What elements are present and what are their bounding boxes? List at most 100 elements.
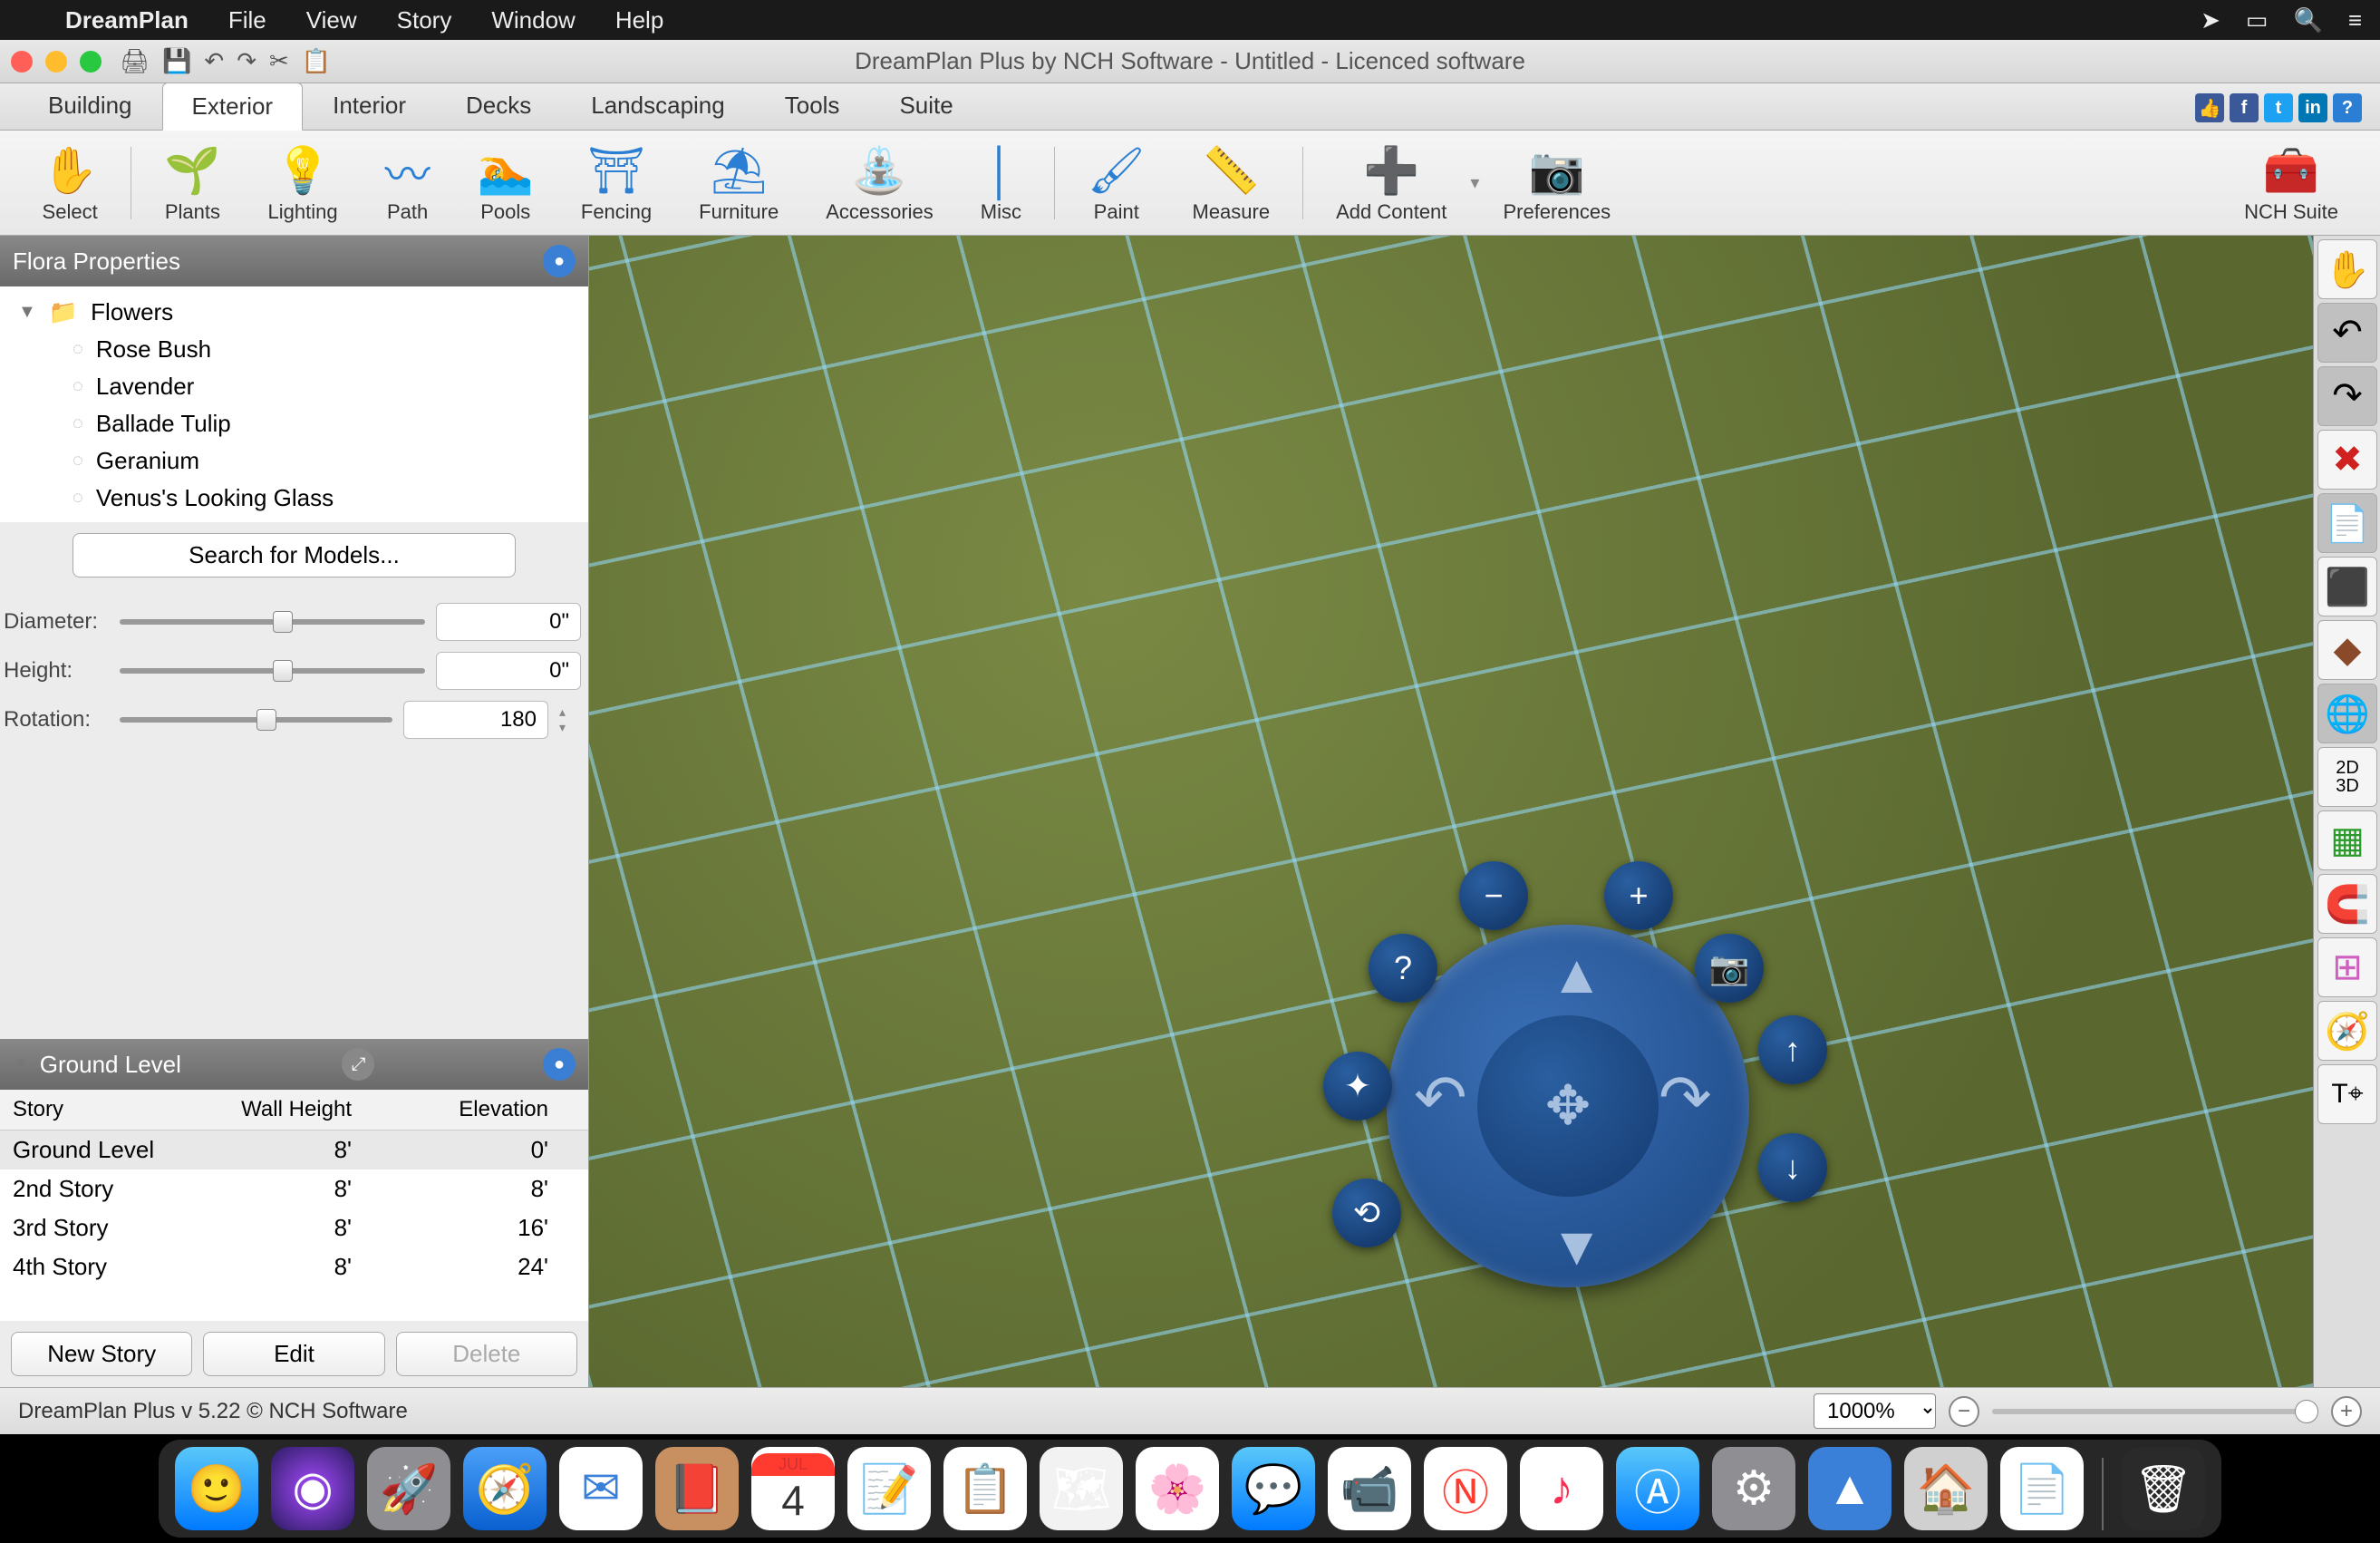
move-up-icon[interactable]: ↑ xyxy=(1758,1015,1827,1084)
panel-video-icon[interactable]: ● xyxy=(543,1048,576,1081)
zoom-in-button[interactable]: + xyxy=(2331,1396,2362,1427)
tab-building[interactable]: Building xyxy=(18,82,162,130)
tool-nch-suite[interactable]: 🧰NCH Suite xyxy=(2220,131,2362,235)
zoom-select[interactable]: 1000% xyxy=(1814,1393,1936,1429)
dock-facetime[interactable]: 📹 xyxy=(1328,1447,1411,1530)
zoom-window-button[interactable] xyxy=(80,51,102,73)
tree-folder-flowers[interactable]: ▼ 📁 Flowers xyxy=(0,294,588,331)
diameter-slider[interactable] xyxy=(120,619,425,625)
tree-item-venus[interactable]: ◌Venus's Looking Glass xyxy=(0,480,588,517)
new-story-button[interactable]: New Story xyxy=(11,1332,192,1376)
twitter-icon[interactable]: t xyxy=(2264,93,2293,122)
orbit-icon[interactable]: ✦ xyxy=(1323,1052,1392,1121)
dock-finder[interactable]: 🙂 xyxy=(175,1447,258,1530)
tree-item-lavender[interactable]: ◌Lavender xyxy=(0,368,588,405)
grid-tool-icon[interactable]: ▦ xyxy=(2317,810,2377,870)
dock-appstore[interactable]: Ⓐ xyxy=(1616,1447,1699,1530)
tree-item-geranium[interactable]: ◌Geranium xyxy=(0,442,588,480)
dock-preferences[interactable]: ⚙ xyxy=(1712,1447,1795,1530)
dock-textedit[interactable]: 📄 xyxy=(2000,1447,2084,1530)
tool-path[interactable]: 〰Path xyxy=(362,131,454,235)
linkedin-icon[interactable]: in xyxy=(2298,93,2327,122)
dock-maps[interactable]: 🗺 xyxy=(1040,1447,1123,1530)
print-icon[interactable]: 🖨 xyxy=(120,47,150,75)
dock-messages[interactable]: 💬 xyxy=(1232,1447,1315,1530)
height-input[interactable] xyxy=(436,652,581,690)
move-down-icon[interactable]: ↓ xyxy=(1758,1133,1827,1202)
tab-decks[interactable]: Decks xyxy=(436,82,561,130)
zoom-out-button[interactable]: − xyxy=(1949,1396,1979,1427)
dock-music[interactable]: ♪ xyxy=(1520,1447,1603,1530)
tab-exterior[interactable]: Exterior xyxy=(162,82,304,131)
tab-interior[interactable]: Interior xyxy=(303,82,436,130)
dock-dreamplan[interactable]: 🏠 xyxy=(1904,1447,1988,1530)
tool-select[interactable]: ✋Select xyxy=(18,131,121,235)
zoom-in-icon[interactable]: + xyxy=(1604,861,1673,930)
globe-tool-icon[interactable]: 🌐 xyxy=(2317,684,2377,743)
dock-contacts[interactable]: 📕 xyxy=(655,1447,739,1530)
flora-tree[interactable]: ▼ 📁 Flowers ◌Rose Bush ◌Lavender ◌Ballad… xyxy=(0,286,588,522)
save-icon[interactable]: 💾 xyxy=(162,47,191,75)
displays-icon[interactable]: ▭ xyxy=(2246,6,2269,34)
dock-photos[interactable]: 🌸 xyxy=(1136,1447,1219,1530)
roof-tool-icon[interactable]: ◆ xyxy=(2317,620,2377,680)
dock-news[interactable]: Ⓝ xyxy=(1424,1447,1507,1530)
undo-icon[interactable]: ↶ xyxy=(204,47,224,75)
spotlight-icon[interactable]: 🔍 xyxy=(2293,6,2322,34)
tool-lighting[interactable]: 💡Lighting xyxy=(245,131,362,235)
2d3d-toggle-icon[interactable]: 2D3D xyxy=(2317,747,2377,807)
rotate-right-icon[interactable]: ↷ xyxy=(1659,1061,1712,1135)
delete-tool-icon[interactable]: ✖ xyxy=(2317,430,2377,490)
tab-tools[interactable]: Tools xyxy=(755,82,870,130)
cut-icon[interactable]: ✂ xyxy=(269,47,289,75)
panel-expand-icon[interactable]: ⤢ xyxy=(342,1048,374,1081)
menu-help[interactable]: Help xyxy=(595,6,683,34)
tool-measure[interactable]: 📏Measure xyxy=(1169,131,1294,235)
delete-story-button[interactable]: Delete xyxy=(396,1332,577,1376)
tool-paint[interactable]: 🖌Paint xyxy=(1064,131,1168,235)
story-row-1[interactable]: 2nd Story8'8' xyxy=(0,1169,588,1208)
rotation-input[interactable] xyxy=(403,701,548,739)
tool-plants[interactable]: 🌱Plants xyxy=(140,131,244,235)
dock-launchpad[interactable]: 🚀 xyxy=(367,1447,450,1530)
box-tool-icon[interactable]: ⬛ xyxy=(2317,557,2377,616)
paste-icon[interactable]: 📋 xyxy=(302,47,331,75)
menu-app[interactable]: DreamPlan xyxy=(45,6,208,34)
copy-tool-icon[interactable]: 📄 xyxy=(2317,493,2377,553)
menu-window[interactable]: Window xyxy=(471,6,595,34)
compass-tool-icon[interactable]: 🧭 xyxy=(2317,1001,2377,1061)
pan-up-icon[interactable]: ▲ xyxy=(1550,943,1603,1005)
spin-icon[interactable]: ⟲ xyxy=(1332,1179,1401,1247)
height-slider[interactable] xyxy=(120,668,425,674)
tool-pools[interactable]: 🏊Pools xyxy=(454,131,557,235)
story-row-3[interactable]: 4th Story8'24' xyxy=(0,1247,588,1286)
pan-down-icon[interactable]: ▼ xyxy=(1550,1215,1603,1277)
cursor-icon[interactable]: ➤ xyxy=(2201,6,2220,34)
help-icon[interactable]: ? xyxy=(2333,93,2362,122)
nav-home-icon[interactable]: ✥ xyxy=(1477,1015,1659,1197)
menu-file[interactable]: File xyxy=(208,6,286,34)
facebook-icon[interactable]: f xyxy=(2230,93,2259,122)
redo-tool-icon[interactable]: ↷ xyxy=(2317,366,2377,426)
like-icon[interactable]: 👍 xyxy=(2195,93,2224,122)
close-window-button[interactable] xyxy=(11,51,33,73)
dock-siri[interactable]: ◉ xyxy=(271,1447,354,1530)
menu-story[interactable]: Story xyxy=(377,6,472,34)
align-tool-icon[interactable]: ⊞ xyxy=(2317,937,2377,997)
tab-landscaping[interactable]: Landscaping xyxy=(561,82,754,130)
tool-furniture[interactable]: ⛱Furniture xyxy=(675,131,802,235)
rotation-stepper[interactable]: ▴▾ xyxy=(559,704,581,735)
tool-fencing[interactable]: ⛩Fencing xyxy=(557,131,675,235)
diameter-input[interactable] xyxy=(436,603,581,641)
tool-add-content[interactable]: ➕Add Content xyxy=(1312,131,1470,235)
add-content-dropdown[interactable]: ▾ xyxy=(1470,171,1479,194)
disclosure-icon[interactable]: ▼ xyxy=(13,1054,31,1075)
tab-suite[interactable]: Suite xyxy=(869,82,982,130)
tool-accessories[interactable]: ⛲Accessories xyxy=(802,131,957,235)
tool-misc[interactable]: │Misc xyxy=(957,131,1045,235)
tree-item-tulip[interactable]: ◌Ballade Tulip xyxy=(0,405,588,442)
undo-tool-icon[interactable]: ↶ xyxy=(2317,303,2377,363)
zoom-slider[interactable] xyxy=(1992,1409,2318,1414)
dock-calendar[interactable]: JUL4 xyxy=(751,1447,835,1530)
menu-view[interactable]: View xyxy=(286,6,377,34)
